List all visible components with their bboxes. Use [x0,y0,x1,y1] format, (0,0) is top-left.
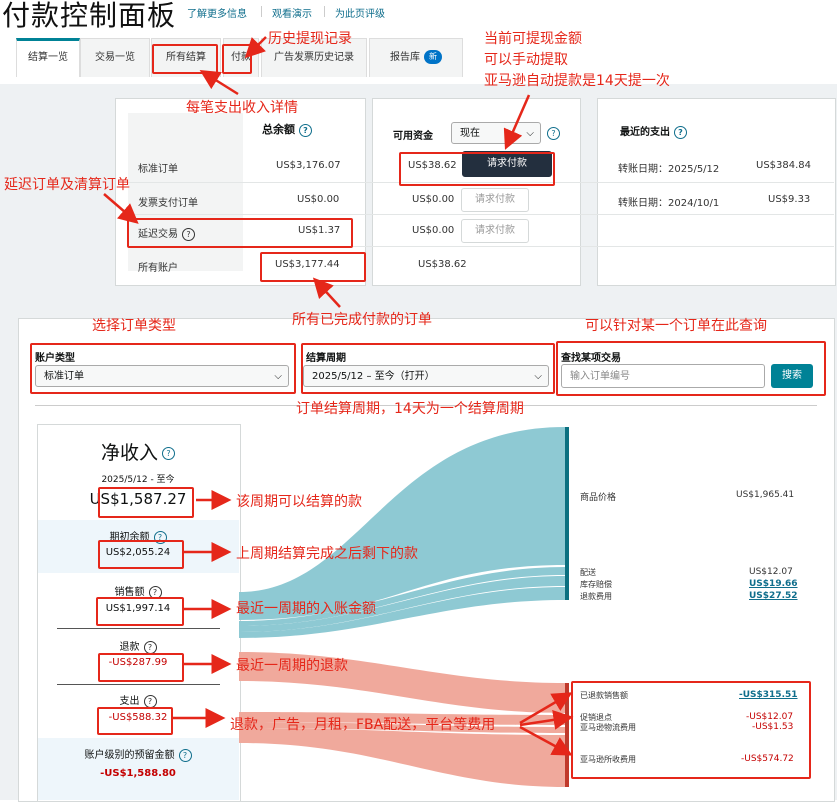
arrow [519,725,573,756]
arrow [199,70,239,96]
arrow [103,193,139,224]
annotation-arrows [103,36,574,756]
arrow [244,36,267,59]
arrow [503,94,531,150]
arrow [312,277,341,308]
